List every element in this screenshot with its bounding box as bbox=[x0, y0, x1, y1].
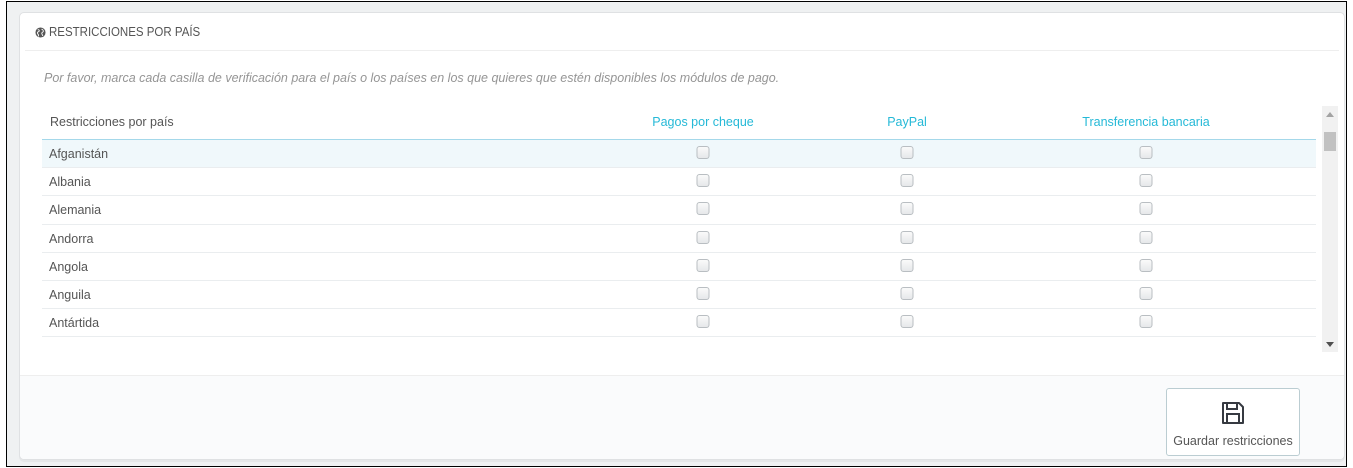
cheque-checkbox[interactable] bbox=[696, 230, 710, 244]
panel-footer: Guardar restricciones bbox=[20, 375, 1344, 459]
table-row: Albania bbox=[42, 168, 1316, 197]
bank-transfer-checkbox[interactable] bbox=[1139, 315, 1153, 329]
table-body[interactable]: Afganistán Albania Alemania Andorra Angola An… bbox=[42, 140, 1316, 352]
scroll-down-arrow-icon[interactable] bbox=[1322, 336, 1338, 352]
restrictions-panel: RESTRICCIONES POR PAÍS Por favor, marca … bbox=[19, 12, 1345, 460]
bank-transfer-checkbox[interactable] bbox=[1139, 286, 1153, 300]
table-row: Afganistán bbox=[42, 140, 1316, 169]
paypal-checkbox[interactable] bbox=[900, 230, 914, 244]
paypal-checkbox[interactable] bbox=[900, 258, 914, 272]
column-header-bank-transfer[interactable]: Transferencia bancaria bbox=[1082, 115, 1209, 129]
save-button-label: Guardar restricciones bbox=[1173, 434, 1293, 448]
country-name: Andorra bbox=[49, 231, 94, 246]
cheque-checkbox[interactable] bbox=[696, 315, 710, 329]
country-name: Angola bbox=[49, 259, 88, 274]
bank-transfer-checkbox[interactable] bbox=[1139, 146, 1153, 159]
cheque-checkbox[interactable] bbox=[696, 258, 710, 272]
scrollbar-thumb[interactable] bbox=[1324, 132, 1336, 151]
country-name: Antártida bbox=[49, 316, 100, 331]
restrictions-table: Restricciones por país Pagos por cheque … bbox=[42, 106, 1338, 352]
bank-transfer-checkbox[interactable] bbox=[1139, 202, 1153, 216]
floppy-disk-icon bbox=[1222, 402, 1244, 424]
country-name: Afganistán bbox=[49, 147, 109, 161]
cheque-checkbox[interactable] bbox=[696, 286, 710, 300]
heading-divider bbox=[25, 50, 1339, 51]
screenshot-frame: RESTRICCIONES POR PAÍS Por favor, marca … bbox=[6, 1, 1347, 467]
paypal-checkbox[interactable] bbox=[900, 174, 914, 188]
cheque-checkbox[interactable] bbox=[696, 174, 710, 188]
column-header-paypal[interactable]: PayPal bbox=[887, 115, 927, 129]
country-name: Alemania bbox=[49, 203, 102, 218]
paypal-checkbox[interactable] bbox=[900, 202, 914, 216]
panel-title: RESTRICCIONES POR PAÍS bbox=[49, 25, 201, 39]
bank-transfer-checkbox[interactable] bbox=[1139, 258, 1153, 272]
table-row: Andorra bbox=[42, 225, 1316, 253]
cheque-checkbox[interactable] bbox=[696, 146, 710, 159]
country-name: Anguila bbox=[49, 287, 91, 302]
paypal-checkbox[interactable] bbox=[900, 315, 914, 329]
globe-icon bbox=[35, 26, 46, 38]
save-restrictions-button[interactable]: Guardar restricciones bbox=[1166, 388, 1300, 456]
bank-transfer-checkbox[interactable] bbox=[1139, 230, 1153, 244]
vertical-scrollbar[interactable] bbox=[1322, 106, 1338, 352]
country-name: Albania bbox=[49, 175, 91, 190]
column-header-country: Restricciones por país bbox=[50, 115, 174, 129]
cheque-checkbox[interactable] bbox=[696, 202, 710, 216]
table-row: Antártida bbox=[42, 309, 1316, 338]
paypal-checkbox[interactable] bbox=[900, 146, 914, 159]
panel-heading: RESTRICCIONES POR PAÍS bbox=[20, 13, 1344, 51]
table-row: Anguila bbox=[42, 281, 1316, 310]
column-header-cheque[interactable]: Pagos por cheque bbox=[652, 115, 753, 129]
table-header: Restricciones por país Pagos por cheque … bbox=[42, 106, 1316, 140]
bank-transfer-checkbox[interactable] bbox=[1139, 174, 1153, 188]
table-row: Angola bbox=[42, 253, 1316, 281]
help-text: Por favor, marca cada casilla de verific… bbox=[44, 71, 780, 85]
table-row: Alemania bbox=[42, 196, 1316, 225]
paypal-checkbox[interactable] bbox=[900, 286, 914, 300]
scroll-up-arrow-icon[interactable] bbox=[1322, 106, 1338, 122]
